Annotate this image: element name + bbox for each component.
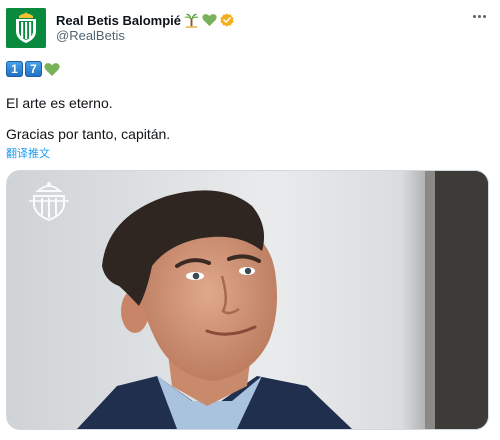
author-handle[interactable]: @RealBetis [56,28,125,43]
keycap-digit-7: 7 [25,61,42,77]
author-name-row[interactable]: Real Betis Balompié [56,11,234,29]
verified-badge-icon[interactable] [220,13,234,27]
video-thumbnail [7,171,488,429]
tweet-text-line-2: Gracias por tanto, capitán. [6,126,171,142]
display-name[interactable]: Real Betis Balompié [56,13,181,28]
keycap-digit-1: 1 [6,61,23,77]
palm-tree-icon [184,13,199,28]
more-options-icon[interactable] [470,8,488,24]
keycap-emoji-row: 1 7 [6,61,60,77]
green-heart-icon [44,62,60,76]
betis-crest-icon [6,8,46,48]
video-media[interactable] [6,170,489,430]
tweet-card[interactable]: Real Betis Balompié @RealBetis 1 7 El ar… [0,0,500,440]
avatar[interactable] [6,8,46,48]
translate-tweet-link[interactable]: 翻译推文 [6,145,50,161]
green-heart-icon [202,14,217,27]
tweet-text-line-1: El arte es eterno. [6,95,113,111]
